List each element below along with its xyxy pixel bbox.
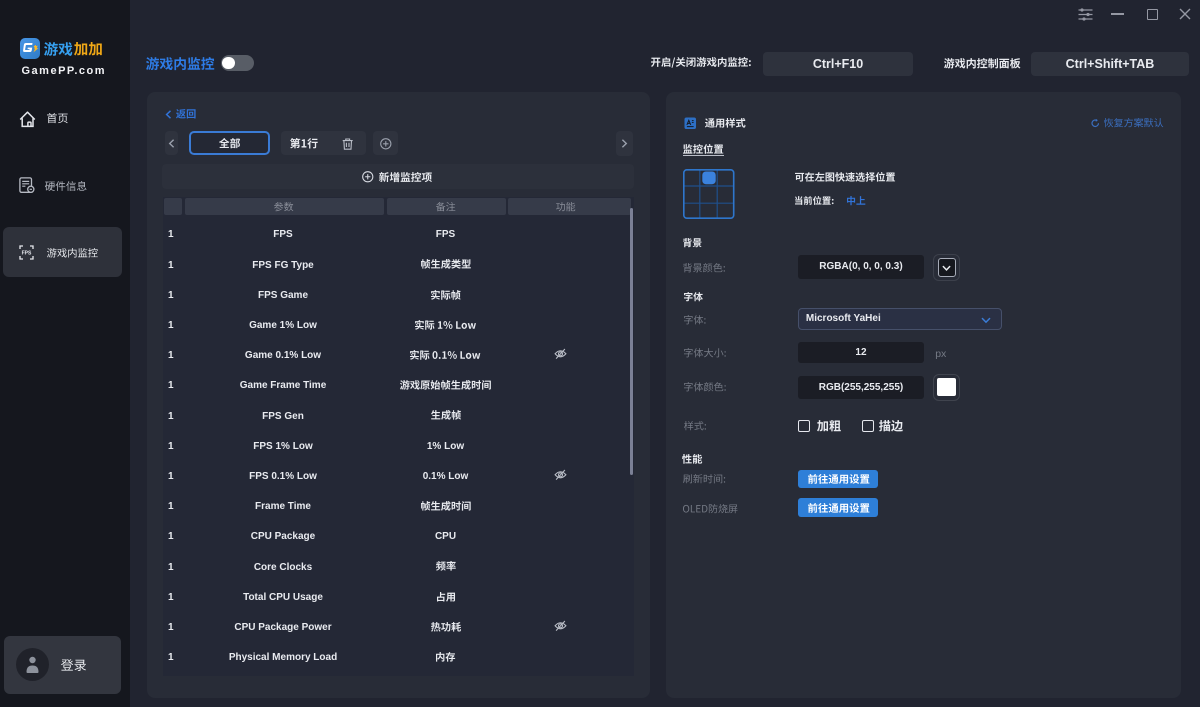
svg-text:FPS: FPS xyxy=(22,251,32,257)
